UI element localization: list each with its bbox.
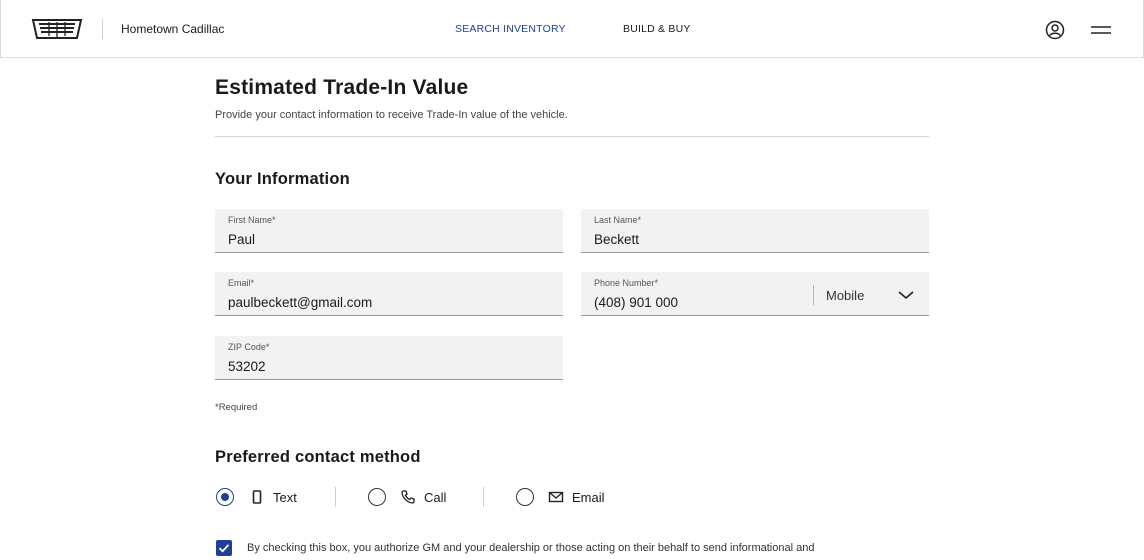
cadillac-crest-logo[interactable] [31, 18, 83, 40]
last-name-label: Last Name* [594, 215, 642, 225]
phone-number-value[interactable]: (408) 901 000 [594, 295, 678, 310]
header-divider [102, 19, 103, 39]
call-option-label: Call [424, 490, 447, 505]
email-option-label: Email [572, 490, 605, 505]
nav-search-inventory[interactable]: SEARCH INVENTORY [455, 23, 566, 35]
email-label: Email* [228, 278, 255, 288]
contact-option-email[interactable]: Email [516, 487, 616, 507]
zip-code-label: ZIP Code* [228, 342, 270, 352]
section-divider [215, 136, 929, 137]
last-name-field[interactable]: Last Name* Beckett [581, 209, 929, 253]
contact-option-call[interactable]: Call [368, 487, 458, 507]
preferred-contact-heading: Preferred contact method [215, 448, 421, 466]
phone-type-divider [813, 285, 814, 305]
account-icon[interactable] [1045, 20, 1065, 40]
top-nav-bar: Hometown Cadillac SEARCH INVENTORY BUILD… [0, 0, 1144, 58]
nav-build-and-buy[interactable]: BUILD & BUY [623, 23, 691, 35]
envelope-icon [548, 491, 564, 503]
email-field[interactable]: Email* paulbeckett@gmail.com [215, 272, 563, 316]
zip-code-value[interactable]: 53202 [228, 359, 266, 374]
consent-text: By checking this box, you authorize GM a… [247, 542, 815, 554]
phone-type-select[interactable]: Mobile [826, 288, 864, 303]
option-divider [483, 487, 484, 507]
consent-checkbox[interactable] [216, 540, 232, 556]
contact-option-text[interactable]: Text [216, 487, 306, 507]
page-title: Estimated Trade-In Value [215, 76, 469, 99]
zip-code-field[interactable]: ZIP Code* 53202 [215, 336, 563, 380]
first-name-label: First Name* [228, 215, 276, 225]
phone-handset-icon [401, 490, 415, 504]
text-radio[interactable] [216, 488, 234, 506]
first-name-field[interactable]: First Name* Paul [215, 209, 563, 253]
email-radio[interactable] [516, 488, 534, 506]
required-note: *Required [215, 402, 258, 413]
dealer-name[interactable]: Hometown Cadillac [121, 22, 224, 36]
text-option-label: Text [273, 490, 297, 505]
chevron-down-icon[interactable] [897, 289, 915, 301]
your-information-heading: Your Information [215, 170, 350, 188]
hamburger-menu-icon[interactable] [1089, 22, 1113, 38]
first-name-value[interactable]: Paul [228, 232, 255, 247]
call-radio[interactable] [368, 488, 386, 506]
email-value[interactable]: paulbeckett@gmail.com [228, 295, 372, 310]
phone-number-label: Phone Number* [594, 278, 659, 288]
phone-number-field[interactable]: Phone Number* (408) 901 000 Mobile [581, 272, 929, 316]
page-subtitle: Provide your contact information to rece… [215, 109, 568, 121]
last-name-value[interactable]: Beckett [594, 232, 639, 247]
phone-device-icon [252, 490, 262, 504]
option-divider [335, 487, 336, 507]
checkmark-icon [218, 544, 230, 553]
